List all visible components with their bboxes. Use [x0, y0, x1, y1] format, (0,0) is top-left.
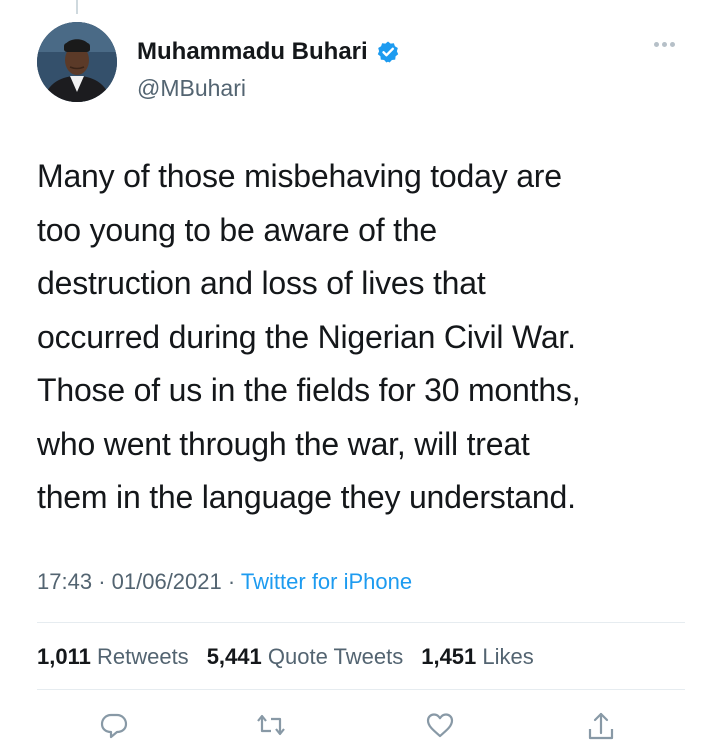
retweets-count: 1,011 — [37, 644, 91, 669]
meta-separator: · — [227, 569, 236, 594]
more-dots-icon[interactable] — [654, 42, 675, 47]
retweets-stat[interactable]: 1,011 Retweets — [37, 642, 189, 672]
more-dot — [654, 42, 659, 47]
retweet-icon[interactable] — [255, 709, 287, 741]
retweets-label: Retweets — [96, 644, 189, 669]
tweet-time[interactable]: 17:43 — [37, 569, 92, 594]
verified-badge-icon — [377, 41, 398, 63]
author-name-row: Muhammadu Buhari — [137, 38, 400, 66]
likes-stat[interactable]: 1,451 Likes — [421, 642, 534, 672]
share-icon[interactable] — [585, 709, 617, 741]
divider — [37, 622, 685, 623]
author-handle[interactable]: @MBuhari — [137, 74, 246, 102]
tweet-date[interactable]: 01/06/2021 — [112, 569, 222, 594]
quote-tweets-label: Quote Tweets — [267, 644, 404, 669]
tweet-text-line: too young to be aware of the — [37, 211, 438, 248]
tweet-text-line: Those of us in the fields for 30 months, — [37, 372, 581, 408]
avatar[interactable] — [37, 22, 117, 102]
quote-tweets-count: 5,441 — [206, 644, 262, 669]
heart-icon[interactable] — [424, 709, 456, 741]
more-dot — [670, 42, 675, 47]
likes-count: 1,451 — [421, 644, 477, 669]
divider — [37, 689, 685, 690]
author-display-name[interactable]: Muhammadu Buhari — [137, 38, 368, 66]
tweet-text: Many of those misbehaving today are too … — [37, 150, 697, 525]
quote-tweets-stat[interactable]: 5,441 Quote Tweets — [207, 642, 404, 672]
tweet-source-link[interactable]: Twitter for iPhone — [241, 569, 412, 594]
tweet-text-line: who went through the war, will treat — [37, 425, 530, 462]
avatar-portrait-icon — [37, 22, 117, 102]
tweet-stats: 1,011 Retweets 5,441 Quote Tweets 1,451 … — [37, 642, 534, 672]
tweet-text-line: them in the language they understand. — [37, 479, 576, 515]
tweet-text-line: occurred during the Nigerian Civil War. — [37, 318, 576, 355]
likes-label: Likes — [482, 644, 534, 669]
meta-separator: · — [98, 569, 106, 594]
tweet-action-bar — [0, 705, 720, 740]
more-dot — [662, 42, 667, 47]
tweet-metadata: 17:43 · 01/06/2021 · Twitter for iPhone — [37, 568, 412, 596]
tweet-text-line: destruction and loss of lives that — [37, 265, 486, 301]
thread-connector-line — [76, 0, 78, 14]
reply-icon[interactable] — [98, 709, 130, 741]
tweet-text-line: Many of those misbehaving today are — [37, 158, 562, 194]
